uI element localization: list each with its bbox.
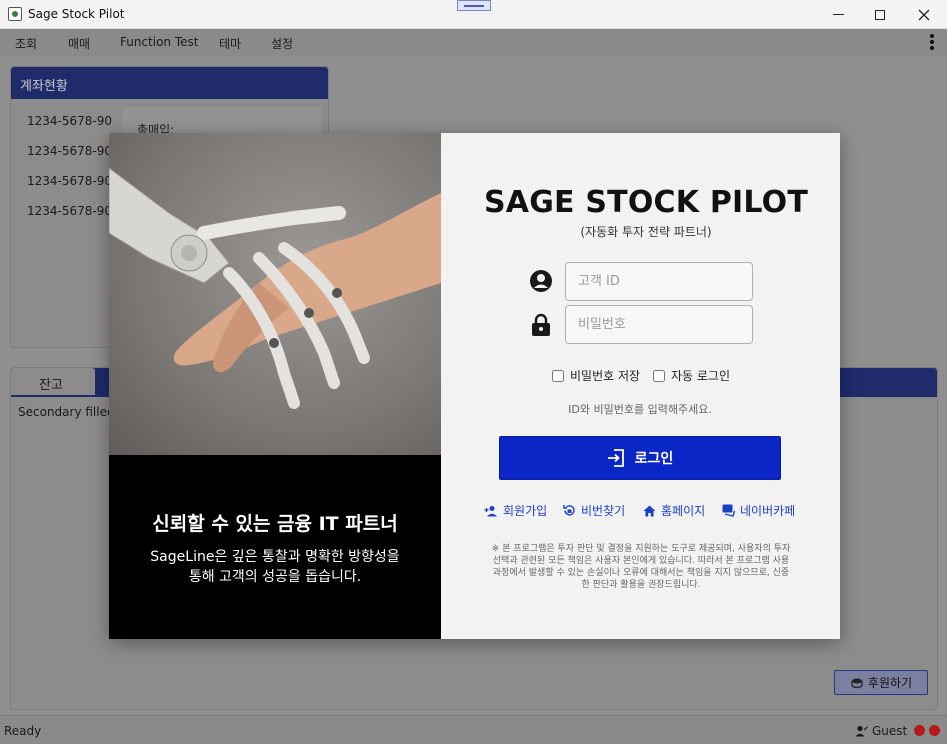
- maximize-button[interactable]: [858, 0, 902, 29]
- connection-status-dot: [914, 725, 925, 736]
- reset-lock-icon: [563, 505, 575, 516]
- login-button[interactable]: 로그인: [499, 436, 781, 480]
- tab-active-indicator: [11, 395, 95, 397]
- window-title: Sage Stock Pilot: [28, 7, 125, 21]
- login-icon: [607, 449, 624, 467]
- status-user: Guest: [855, 724, 907, 738]
- account-item[interactable]: 1234-5678-90: [27, 144, 112, 158]
- find-password-label: 비번찾기: [581, 504, 626, 518]
- donate-button[interactable]: 후원하기: [834, 670, 928, 695]
- menu-item-theme[interactable]: 테마: [219, 35, 241, 52]
- disclaimer-line: 과정에서 발생할 수 있는 손실이나 오류에 대해서는 책임을 지지 않으므로,…: [492, 568, 790, 578]
- hero-panel: 신뢰할 수 있는 금융 IT 파트너 SageLine은 깊은 통찰과 명확한 …: [109, 133, 441, 639]
- title-bar: Sage Stock Pilot: [0, 0, 947, 29]
- home-icon: [643, 505, 656, 516]
- homepage-link[interactable]: 홈페이지: [643, 502, 705, 519]
- disclaimer-line: 선택과 관련된 모든 책임은 사용자 본인에게 있습니다. 따라서 본 프로그램…: [492, 556, 790, 566]
- account-circle-icon: [530, 270, 552, 292]
- signup-link[interactable]: 회원가입: [484, 502, 547, 519]
- cafe-icon: [722, 504, 735, 517]
- donate-label: 후원하기: [867, 676, 913, 690]
- status-text: Ready: [4, 724, 42, 738]
- login-form: SAGE STOCK PILOT (자동화 투자 전략 파트너) 비밀번호 저장…: [441, 133, 840, 639]
- disclaimer-notice: ※ 본 프로그램은 투자 판단 및 결정을 지원하는 도구로 제공되며, 사용자…: [476, 543, 806, 591]
- minimize-button[interactable]: [816, 0, 860, 29]
- menu-item-inquiry[interactable]: 조회: [15, 35, 37, 52]
- naver-cafe-label: 네이버카페: [740, 504, 796, 518]
- save-password-checkbox-input[interactable]: [552, 369, 564, 382]
- customer-id-input[interactable]: [565, 262, 753, 301]
- balance-subtitle: Secondary filled: [18, 405, 115, 419]
- signup-label: 회원가입: [503, 504, 548, 518]
- minimize-icon: [832, 14, 844, 15]
- person-add-icon: [484, 505, 497, 516]
- coin-icon: [851, 678, 863, 688]
- app-logo-icon: [8, 7, 22, 21]
- status-bar: Ready Guest: [0, 715, 947, 744]
- menu-item-function-test[interactable]: Function Test: [120, 35, 199, 49]
- lock-icon: [532, 313, 550, 336]
- account-item[interactable]: 1234-5678-90: [27, 114, 112, 128]
- account-item[interactable]: 1234-5678-90: [27, 204, 112, 218]
- auto-login-checkbox-input[interactable]: [653, 369, 665, 382]
- disclaimer-line: ※ 본 프로그램은 투자 판단 및 결정을 지원하는 도구로 제공되며, 사용자…: [491, 544, 791, 554]
- brand-subtitle: (자동화 투자 전략 파트너): [580, 225, 712, 239]
- server-status-dot: [929, 725, 940, 736]
- password-input[interactable]: [565, 305, 753, 344]
- homepage-label: 홈페이지: [661, 504, 706, 518]
- user-icon: [855, 725, 868, 737]
- maximize-icon: [875, 9, 885, 20]
- naver-cafe-link[interactable]: 네이버카페: [722, 502, 795, 519]
- close-button[interactable]: [902, 0, 946, 29]
- save-password-label: 비밀번호 저장: [570, 369, 641, 383]
- menu-item-trade[interactable]: 매매: [68, 35, 90, 52]
- account-panel-header: 계좌현황: [11, 67, 328, 99]
- hero-description: SageLine은 깊은 통찰과 명확한 방향성을 통해 고객의 성공을 돕습니…: [109, 547, 441, 587]
- hero-description-line: 통해 고객의 성공을 돕습니다.: [188, 569, 362, 585]
- tab-balance[interactable]: 잔고: [11, 368, 95, 397]
- user-name: Guest: [872, 724, 908, 738]
- login-button-label: 로그인: [634, 451, 674, 467]
- auto-login-checkbox[interactable]: 자동 로그인: [653, 367, 730, 384]
- tab-balance-label: 잔고: [39, 378, 63, 393]
- menu-bar: 조회 매매 Function Test 테마 설정: [0, 29, 947, 56]
- more-menu-icon[interactable]: [928, 34, 936, 50]
- find-password-link[interactable]: 비번찾기: [563, 502, 625, 519]
- save-password-checkbox[interactable]: 비밀번호 저장: [552, 367, 640, 384]
- close-icon: [918, 9, 930, 20]
- disclaimer-line: 한 판단과 활용을 권장드립니다.: [581, 580, 701, 590]
- handshake-image: [109, 133, 441, 455]
- window-drag-handle[interactable]: [457, 0, 491, 11]
- menu-item-settings[interactable]: 설정: [271, 35, 293, 52]
- account-item[interactable]: 1234-5678-90: [27, 174, 112, 188]
- hero-description-line: SageLine은 깊은 통찰과 명확한 방향성을: [150, 549, 400, 565]
- account-panel-title: 계좌현황: [20, 79, 68, 94]
- hero-title: 신뢰할 수 있는 금융 IT 파트너: [152, 513, 398, 535]
- brand-title: SAGE STOCK PILOT: [483, 185, 809, 220]
- auto-login-label: 자동 로그인: [671, 369, 731, 383]
- login-dialog: 신뢰할 수 있는 금융 IT 파트너 SageLine은 깊은 통찰과 명확한 …: [109, 133, 840, 639]
- login-hint: ID와 비밀번호를 입력해주세요.: [568, 403, 712, 416]
